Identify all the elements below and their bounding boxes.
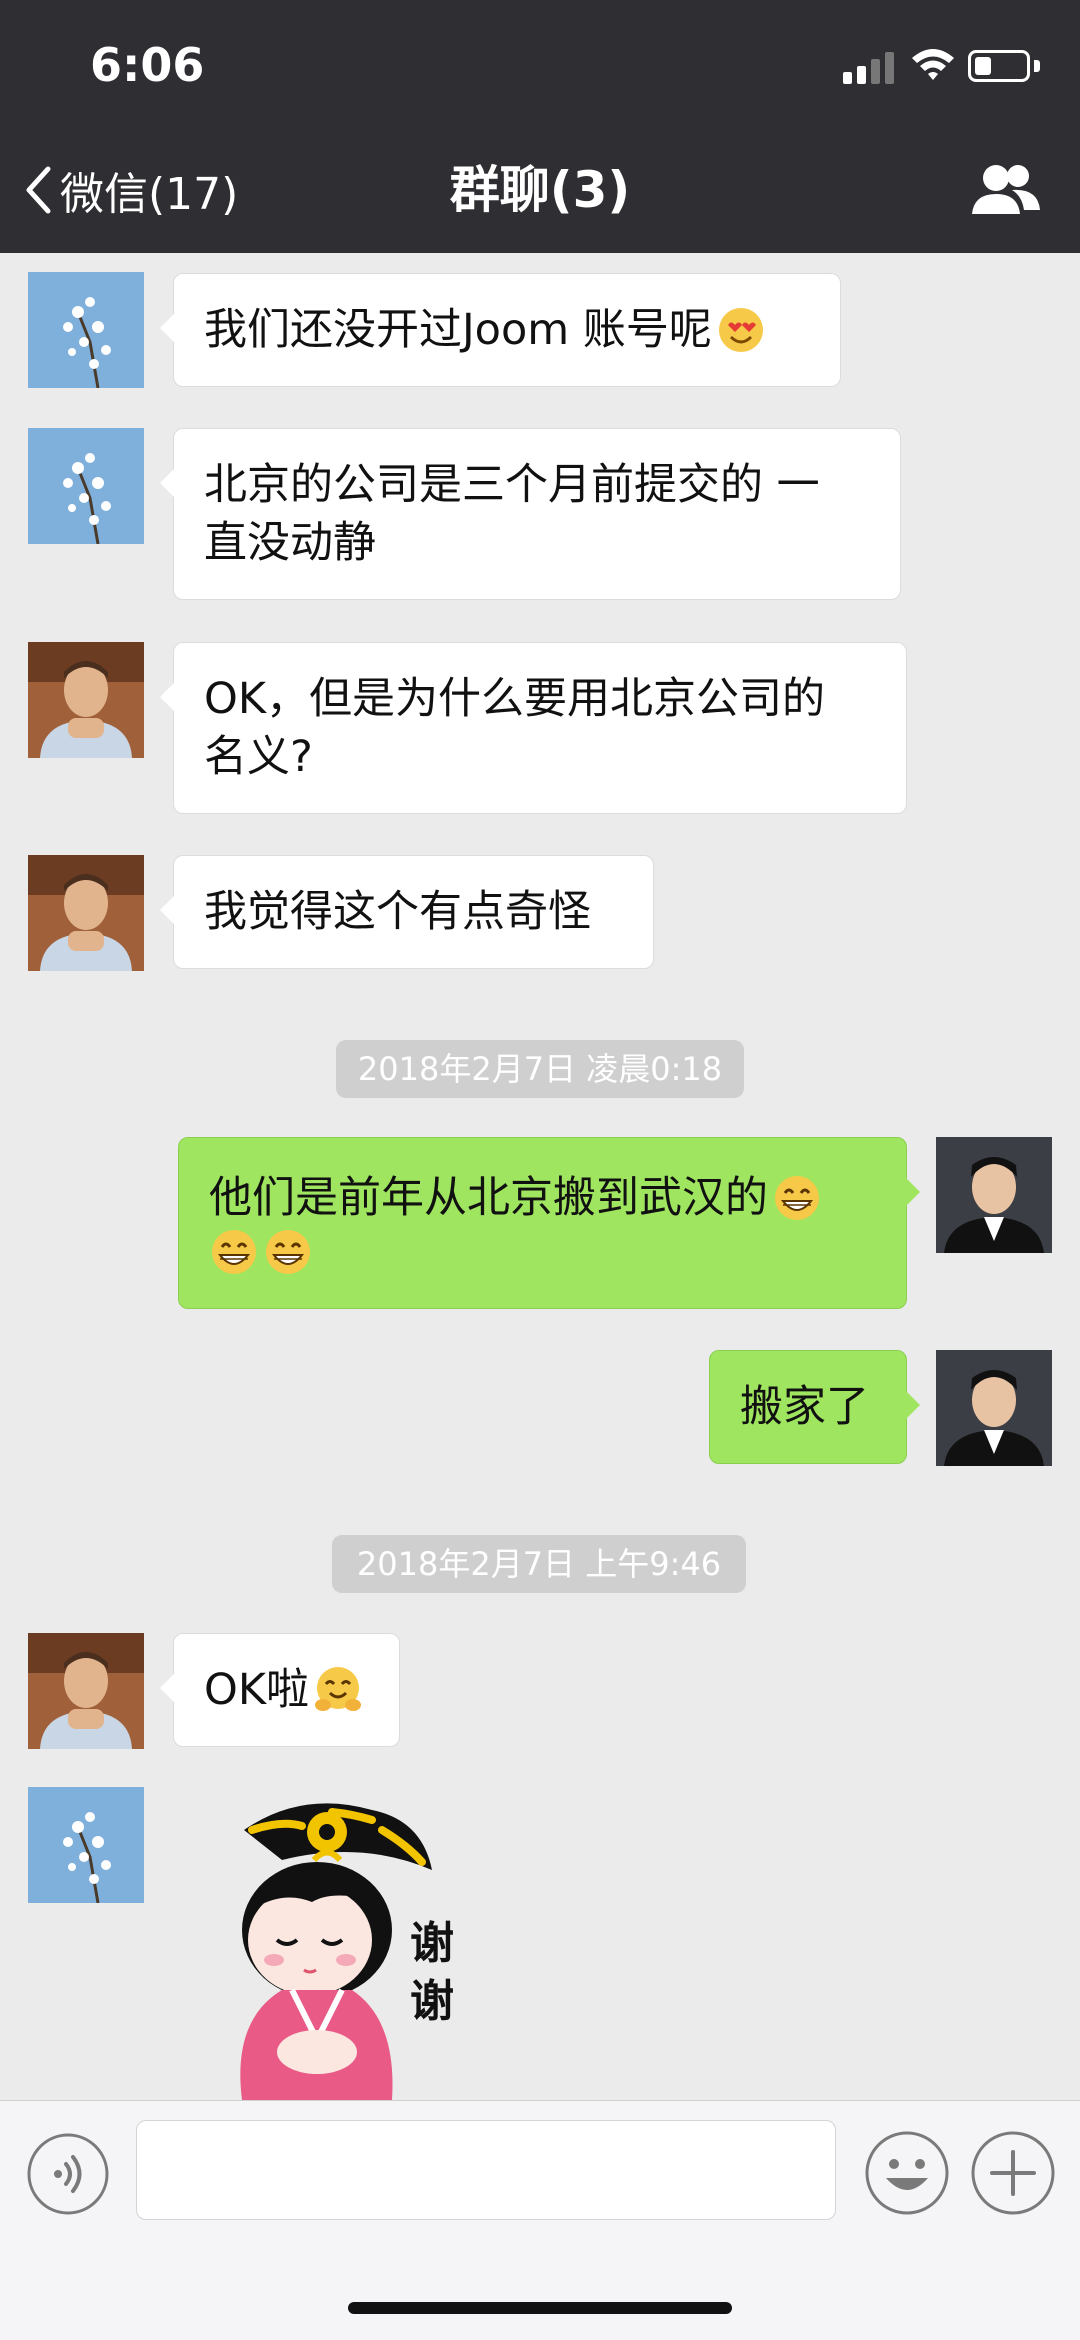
wifi-icon — [912, 49, 954, 80]
message-text: 我觉得这个有点奇怪 — [204, 887, 591, 937]
avatar-self[interactable] — [936, 1137, 1052, 1253]
group-members-icon[interactable] — [968, 158, 1044, 222]
message-bubble[interactable]: OK啦 — [160, 1633, 400, 1747]
avatar-self[interactable] — [936, 1350, 1052, 1466]
message-text: 搬家了 — [740, 1382, 869, 1432]
avatar-flower[interactable] — [28, 1787, 144, 1903]
status-time: 6:06 — [90, 38, 205, 92]
heart-eyes-emoji-icon — [718, 308, 763, 352]
message-text: OK，但是为什么要用北京公司的 — [204, 674, 826, 724]
emoji-picker-icon[interactable] — [864, 2130, 950, 2216]
message-bubble[interactable]: 搬家了 — [709, 1350, 920, 1464]
avatar-flower[interactable] — [28, 272, 144, 388]
message-text: 直没动静 — [204, 518, 376, 568]
chat-header: 6:06 微信(17) 群聊(3) — [0, 0, 1080, 253]
timestamp: 2018年2月7日 上午9:46 — [332, 1535, 746, 1593]
grin-emoji-icon — [266, 1230, 310, 1274]
message-text: 名义? — [204, 732, 313, 782]
thank-you-sticker-icon[interactable]: 谢 谢 — [222, 1790, 492, 2100]
cellular-signal-icon — [843, 52, 894, 84]
message-bubble[interactable]: 我觉得这个有点奇怪 — [160, 855, 654, 969]
message-bubble[interactable]: OK，但是为什么要用北京公司的 名义? — [160, 642, 907, 814]
hug-emoji-icon — [315, 1667, 362, 1711]
home-indicator[interactable] — [348, 2302, 732, 2314]
grin-emoji-icon — [775, 1176, 819, 1220]
avatar-man[interactable] — [28, 855, 144, 971]
timestamp: 2018年2月7日 凌晨0:18 — [336, 1040, 744, 1098]
avatar-man[interactable] — [28, 642, 144, 758]
message-text: OK啦 — [204, 1665, 310, 1715]
message-text: 我们还没开过Joom 账号呢 — [204, 305, 712, 355]
voice-input-icon[interactable] — [26, 2132, 110, 2216]
avatar-flower[interactable] — [28, 428, 144, 544]
svg-text:谢: 谢 — [410, 1918, 454, 1969]
svg-text:谢: 谢 — [410, 1976, 454, 2027]
page-title: 群聊(3) — [449, 161, 631, 219]
message-bubble[interactable]: 北京的公司是三个月前提交的 一 直没动静 — [160, 428, 901, 600]
message-text: 他们是前年从北京搬到武汉的 — [209, 1173, 768, 1223]
message-bubble[interactable]: 他们是前年从北京搬到武汉的 — [178, 1137, 920, 1309]
battery-icon — [968, 50, 1030, 82]
message-input[interactable] — [136, 2120, 836, 2220]
more-options-plus-icon[interactable] — [970, 2130, 1056, 2216]
message-text: 北京的公司是三个月前提交的 一 — [204, 460, 820, 510]
message-bubble[interactable]: 我们还没开过Joom 账号呢 — [160, 273, 841, 387]
avatar-man[interactable] — [28, 1633, 144, 1749]
grin-emoji-icon — [212, 1230, 256, 1274]
